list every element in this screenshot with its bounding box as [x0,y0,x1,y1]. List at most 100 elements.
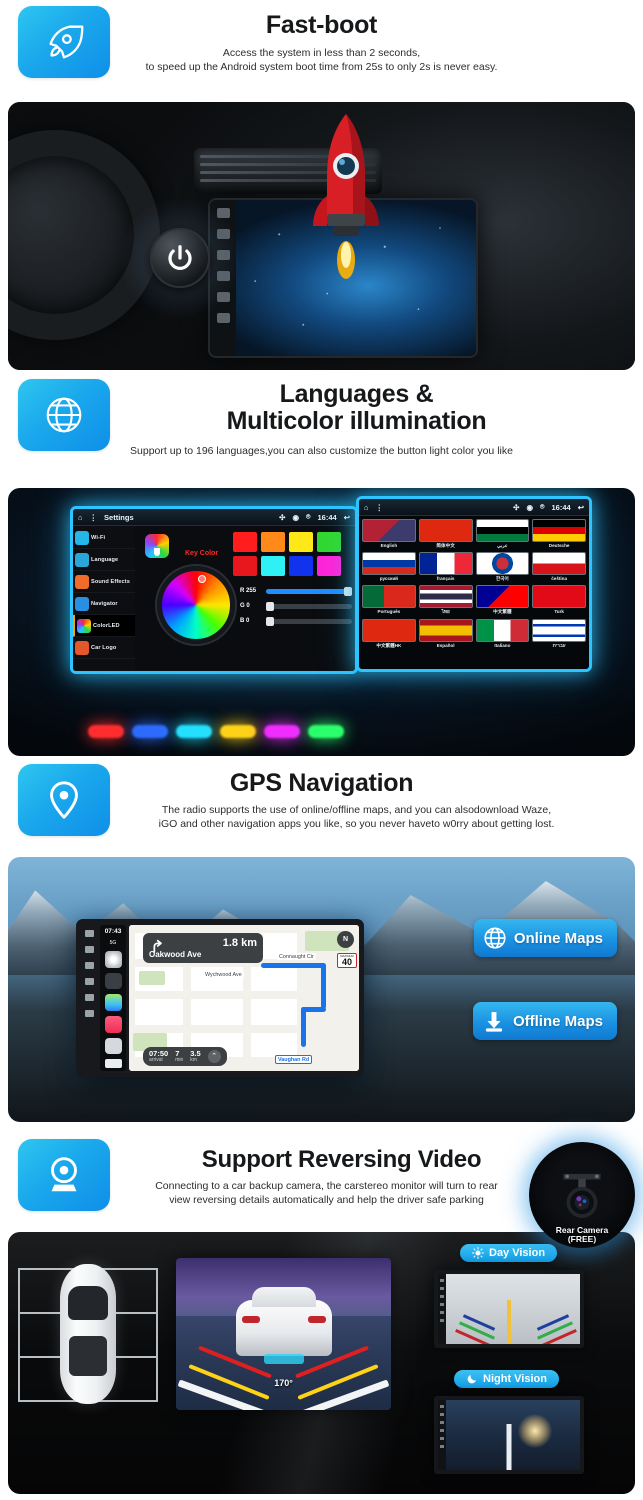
color-picker-handle[interactable] [198,575,206,583]
language-option[interactable]: English [362,519,416,549]
ambient-light-strip [220,725,256,738]
flag-icon [362,552,416,575]
slider-value: 255 [246,588,257,594]
language-option[interactable]: Turk [532,585,586,616]
rocket-graphic [313,114,379,279]
language-option[interactable]: عربي [475,519,530,549]
expand-chevron-icon[interactable]: ⌃ [207,1049,221,1063]
offline-maps-button[interactable]: Offline Maps [472,1002,617,1040]
menu-icon[interactable]: ⋮ [90,513,98,522]
flag-icon [362,585,416,608]
turn-right-arrow-icon [153,939,162,953]
slider-green[interactable]: G 0 [240,601,352,611]
screen-side-rail [438,1400,446,1470]
home-icon[interactable]: ⌂ [78,513,83,522]
back-icon[interactable]: ↩ [578,503,584,512]
siri-icon[interactable] [104,951,122,968]
flag-icon [475,585,530,608]
flag-icon [475,552,530,575]
slider-red[interactable]: R 255 [240,586,352,596]
maps-app-icon[interactable] [104,994,122,1011]
color-swatch[interactable] [317,532,341,552]
settings-menu-item-sound-effects[interactable]: Sound Effects [73,571,135,593]
color-swatch[interactable] [261,556,285,576]
now-playing-icon[interactable] [104,1037,122,1055]
language-option[interactable]: Deutsche [532,519,586,549]
color-swatch[interactable] [289,556,313,576]
home-icon[interactable]: ⌂ [364,503,369,512]
power-button-icon [150,228,210,288]
language-option[interactable]: 中文繁體HK [362,619,416,649]
section-title-line1: Languages & [279,380,434,408]
menu-icon[interactable]: ⋮ [376,503,384,512]
color-swatch[interactable] [317,556,341,576]
online-maps-button[interactable]: Online Maps [473,919,617,957]
settings-menu-item-wifi[interactable]: Wi-Fi [73,527,135,549]
color-swatch-grid [233,532,351,580]
flag-icon [532,619,586,642]
reversing-photo: 170° Day Vision Night Vision [8,1232,635,1494]
rgb-sliders: R 255 G 0 B 0 [240,586,352,633]
language-option[interactable]: русский [362,552,416,582]
flag-icon [532,552,586,575]
settings-menu-item-navigator[interactable]: Navigator [73,593,135,615]
menu-label: ColorLED [93,622,120,629]
settings-menu-item-language[interactable]: Language [73,549,135,571]
apps-grid-icon[interactable] [104,972,122,990]
language-option[interactable]: Español [418,619,473,649]
language-option[interactable]: 한국어 [475,552,530,582]
viewing-angle-label: 170° [274,1378,293,1388]
globe-icon [482,925,508,951]
rear-camera-badge: Rear Camera (FREE) [529,1142,635,1248]
menu-label: Wi-Fi [91,534,106,541]
status-time: 16:44 [317,512,337,522]
settings-menu-item-car-logo[interactable]: Car Logo [73,637,135,659]
navigation-head-unit: 07:43 5G Connaught Cir Wychwood Ave Vaug… [76,919,364,1077]
menu-label: Car Logo [91,644,117,651]
wifi-icon: ⌾ [540,502,545,511]
eta-card[interactable]: 07:50 arrival 7 min 3.5 km ⌃ [143,1046,227,1066]
color-swatch[interactable] [233,556,257,576]
battery-icon [104,1059,122,1069]
flag-icon [418,619,473,642]
map-view[interactable]: Connaught Cir Wychwood Ave Vaughan Rd 1.… [129,925,359,1071]
flag-icon [362,619,416,642]
language-option[interactable]: Italiano [475,619,530,649]
section-header-gps: GPS Navigation The radio supports the us… [0,760,643,860]
section-header-languages: Languages & Multicolor illumination Supp… [0,375,643,485]
ambient-light-strip [132,725,168,738]
offline-maps-label: Offline Maps [512,1012,603,1030]
language-option[interactable]: čeština [532,552,586,582]
rocket-icon [18,6,110,78]
language-option[interactable]: עברית [532,619,586,649]
language-selection-screen: ⌂ ⋮ ✣ ◉ ⌾ 16:44 ↩ English 简体中文 عربي Deut… [356,496,592,672]
color-swatch[interactable] [261,532,285,552]
flag-icon [532,519,586,542]
language-option[interactable]: français [418,552,473,582]
ambient-light-strip [88,725,124,738]
language-option[interactable]: Português [362,585,416,616]
moon-icon [467,1375,476,1384]
ambient-light-strip [308,725,344,738]
slider-label: G [240,603,245,609]
color-swatch[interactable] [289,532,313,552]
slider-blue[interactable]: B 0 [240,616,352,626]
language-option[interactable]: 中文繁體 [475,585,530,616]
eta-arrival-value: 07:50 [149,1048,169,1058]
eta-arrival-unit: arrival [149,1057,163,1063]
settings-menu-item-colorled[interactable]: ColorLED [73,615,135,637]
compass-button[interactable]: N [337,931,354,948]
back-icon[interactable]: ↩ [344,513,350,522]
language-option[interactable]: ไทย [418,585,473,616]
speaker-icon [75,574,89,589]
globe-icon [18,379,110,451]
color-swatch[interactable] [233,532,257,552]
location-pin-icon [18,764,110,836]
language-option[interactable]: 简体中文 [418,519,473,549]
map-label-connaught: Connaught Cir [277,953,316,960]
flag-icon [475,519,530,542]
music-app-icon[interactable] [104,1015,122,1033]
reversing-camera-view: 170° [176,1258,391,1410]
color-wheel-picker[interactable] [157,566,235,644]
top-down-car [60,1264,116,1404]
